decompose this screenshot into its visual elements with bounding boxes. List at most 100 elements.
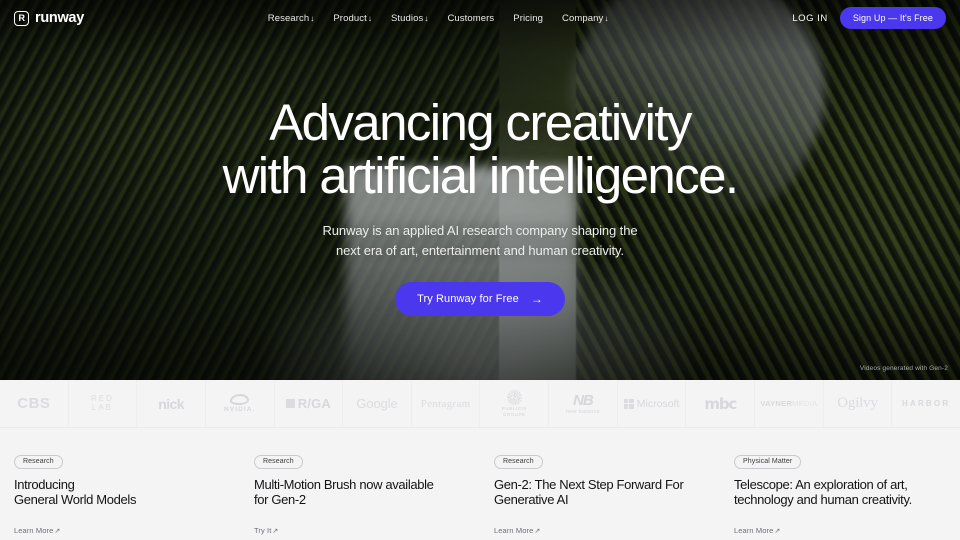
video-credit-caption: Videos generated with Gen-2 — [859, 365, 948, 372]
logo-red-lab-line2: LAB — [91, 402, 114, 412]
brand-logo[interactable]: R runway — [14, 10, 84, 26]
logo-vaynermedia: VAYNERMEDIA — [755, 380, 824, 427]
arrow-up-right-icon: ↗ — [272, 528, 279, 536]
cta-label: Try Runway for Free — [417, 292, 519, 305]
nav-item-studios-label: Studios — [390, 12, 424, 24]
news-card-1[interactable]: Research Introducing General World Model… — [0, 450, 240, 540]
chevron-down-icon: ↓ — [604, 13, 609, 23]
nav-item-customers[interactable]: Customers — [447, 13, 494, 24]
logo-pentagram: Pentagram — [412, 380, 481, 427]
news-card-4-title: Telescope: An exploration of art, techno… — [734, 477, 944, 508]
nav-item-research-label: Research — [267, 12, 310, 24]
logo-nick-label: nick — [158, 395, 184, 412]
logo-publicis-line1: PUBLICIS — [501, 406, 527, 412]
customer-logo-strip: CBS RED LAB nick NVIDIA. R/GA Google Pen… — [0, 380, 960, 428]
news-card-2-title-line2: for Gen-2 — [254, 491, 306, 507]
nvidia-eye-shape — [229, 394, 251, 405]
nav-item-pricing[interactable]: Pricing — [513, 13, 543, 24]
nav-item-product-label: Product — [333, 12, 367, 24]
news-card-1-title-line2: General World Models — [14, 491, 137, 507]
logo-ogilvy: Ogilvy — [824, 380, 893, 427]
nav-actions: LOG IN Sign Up — It's Free — [792, 7, 946, 29]
vayner-bold: VAYNER — [760, 399, 793, 408]
logo-ogilvy-label: Ogilvy — [837, 395, 878, 411]
logo-cbs: CBS — [0, 380, 69, 427]
nvidia-icon: NVIDIA. — [224, 394, 256, 413]
logo-publicis-line2: GROUPE — [503, 411, 526, 417]
news-card-3-title-line2: Generative AI — [494, 491, 569, 507]
nav-item-company-label: Company — [562, 12, 604, 24]
news-card-2-link[interactable]: Try It↗ — [254, 526, 278, 535]
chevron-down-icon: ↓ — [310, 13, 315, 23]
news-card-3-title-line1: Gen-2: The Next Step Forward For — [494, 476, 684, 492]
logo-red-lab-label: RED LAB — [91, 394, 114, 412]
nav-item-product[interactable]: Product↓ — [333, 13, 372, 24]
publicis-icon: PUBLICIS GROUPE — [502, 390, 527, 417]
news-card-4-link-label: Learn More — [734, 526, 774, 536]
top-navigation-bar: R runway Research↓ Product↓ Studios↓ Cus… — [0, 0, 960, 36]
news-card-4[interactable]: Physical Matter Telescope: An exploratio… — [720, 450, 960, 540]
hero-copy: Advancing creativity with artificial int… — [0, 96, 960, 316]
logo-new-balance: NB new balance — [549, 380, 618, 427]
rga-square-icon — [285, 399, 295, 408]
news-card-2-title-line1: Multi-Motion Brush now available — [254, 476, 434, 492]
news-card-2-title: Multi-Motion Brush now available for Gen… — [254, 477, 464, 508]
news-card-2-link-label: Try It — [254, 526, 272, 536]
microsoft-wrap: Microsoft — [623, 397, 680, 410]
nav-item-research[interactable]: Research↓ — [268, 13, 315, 24]
logo-red-lab: RED LAB — [69, 380, 138, 427]
new-balance-icon: NB new balance — [566, 393, 600, 415]
nav-item-company[interactable]: Company↓ — [562, 13, 608, 24]
new-balance-mark: NB — [573, 391, 594, 409]
logo-rga-wrap: R/GA — [285, 396, 332, 411]
nav-item-customers-label: Customers — [447, 12, 495, 24]
news-card-1-title-line1: Introducing — [14, 476, 75, 492]
news-card-4-link[interactable]: Learn More↗ — [734, 526, 780, 535]
news-card-1-title: Introducing General World Models — [14, 477, 224, 508]
logo-nvidia: NVIDIA. — [206, 380, 275, 427]
vayner-light: MEDIA — [792, 399, 818, 408]
logo-rga-label: R/GA — [297, 396, 332, 411]
news-card-2[interactable]: Research Multi-Motion Brush now availabl… — [240, 450, 480, 540]
chevron-down-icon: ↓ — [424, 13, 429, 23]
news-card-row: Research Introducing General World Model… — [0, 428, 960, 540]
logo-google: Google — [343, 380, 412, 427]
try-runway-for-free-button[interactable]: Try Runway for Free → — [395, 281, 565, 316]
logo-harbor-label: HARBOR — [901, 399, 951, 408]
logo-rga: R/GA — [275, 380, 344, 427]
arrow-up-right-icon: ↗ — [54, 528, 61, 536]
subtitle-line-1: Runway is an applied AI research company… — [322, 223, 638, 239]
news-card-4-title-line1: Telescope: An exploration of art, — [734, 476, 908, 492]
news-card-1-link[interactable]: Learn More↗ — [14, 526, 60, 535]
status-badge: Physical Matter — [734, 454, 802, 469]
page-title: Advancing creativity with artificial int… — [0, 96, 960, 202]
microsoft-squares-icon — [623, 398, 634, 409]
news-card-3[interactable]: Research Gen-2: The Next Step Forward Fo… — [480, 450, 720, 540]
publicis-sun-icon — [506, 390, 522, 406]
logo-new-balance-label: new balance — [565, 408, 601, 415]
signup-button[interactable]: Sign Up — It's Free — [839, 7, 946, 29]
status-badge: Research — [494, 454, 543, 469]
nav-item-pricing-label: Pricing — [513, 12, 544, 24]
news-card-3-title: Gen-2: The Next Step Forward For Generat… — [494, 477, 704, 508]
news-card-1-link-label: Learn More — [14, 526, 54, 536]
logo-microsoft: Microsoft — [618, 380, 687, 427]
headline-line-2: with artificial intelligence. — [222, 147, 739, 205]
logo-microsoft-label: Microsoft — [636, 397, 680, 410]
logo-cbs-label: CBS — [17, 395, 51, 412]
login-link[interactable]: LOG IN — [792, 13, 828, 24]
arrow-up-right-icon: ↗ — [534, 528, 541, 536]
hero-section: R runway Research↓ Product↓ Studios↓ Cus… — [0, 0, 960, 380]
news-card-4-title-line2: technology and human creativity. — [734, 491, 912, 507]
logo-pentagram-label: Pentagram — [420, 397, 471, 410]
logo-publicis-label: PUBLICIS GROUPE — [502, 406, 527, 417]
hero-subtitle: Runway is an applied AI research company… — [0, 221, 960, 261]
news-card-3-link[interactable]: Learn More↗ — [494, 526, 540, 535]
nav-item-studios[interactable]: Studios↓ — [391, 13, 429, 24]
arrow-up-right-icon: ↗ — [774, 528, 781, 536]
logo-vaynermedia-label: VAYNERMEDIA — [760, 399, 817, 408]
headline-line-1: Advancing creativity — [269, 94, 692, 151]
arrow-right-icon: → — [530, 291, 543, 306]
logo-nvidia-label: NVIDIA. — [223, 406, 256, 413]
nav-links: Research↓ Product↓ Studios↓ Customers Pr… — [268, 13, 609, 24]
